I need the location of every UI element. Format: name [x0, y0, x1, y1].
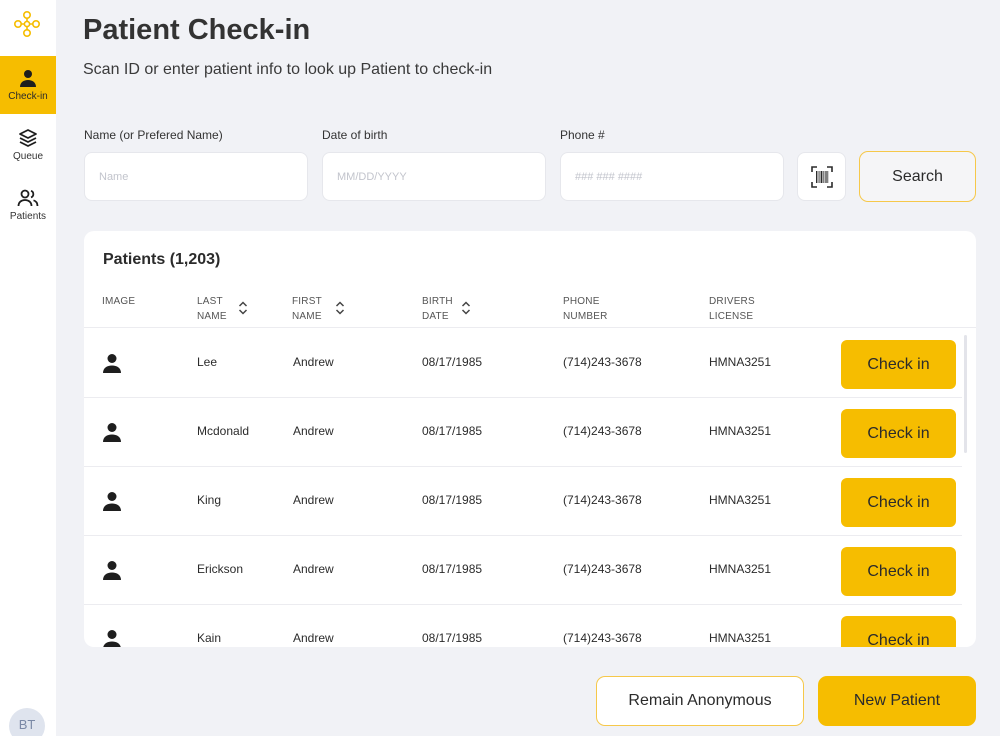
patients-count-title: Patients (1,203): [103, 251, 221, 268]
new-patient-button[interactable]: New Patient: [818, 676, 976, 726]
column-header-first-name[interactable]: FIRST NAME: [292, 294, 334, 324]
sort-icon[interactable]: [460, 300, 472, 316]
page-subtitle: Scan ID or enter patient info to look up…: [83, 61, 493, 78]
column-header-phone-number: PHONE NUMBER: [563, 296, 608, 322]
sort-icon[interactable]: [237, 300, 249, 316]
check-in-button[interactable]: Check in: [841, 616, 956, 647]
sidebar: Check-in Queue Patients BT: [0, 0, 56, 736]
check-in-button[interactable]: Check in: [841, 409, 956, 458]
header-divider: [84, 327, 976, 328]
sidebar-item-label: Queue: [12, 151, 44, 162]
sort-icon[interactable]: [334, 300, 346, 316]
table-row: King Andrew 08/17/1985 (714)243-3678 HMN…: [84, 467, 962, 536]
barcode-scan-icon: [810, 165, 833, 188]
cell-last-name: Mcdonald: [197, 424, 250, 438]
column-header-birth-date[interactable]: BIRTH DATE: [422, 294, 462, 324]
cell-first-name: Andrew: [293, 562, 334, 576]
phone-label: Phone #: [560, 128, 605, 142]
check-in-button[interactable]: Check in: [841, 478, 956, 527]
person-icon: [103, 423, 121, 442]
person-icon: [103, 354, 121, 373]
person-icon: [103, 630, 121, 647]
page-title: Patient Check-in: [83, 14, 311, 46]
remain-anonymous-button[interactable]: Remain Anonymous: [596, 676, 804, 726]
clinic-logo-icon: [13, 10, 40, 37]
sidebar-item-check-in[interactable]: Check-in: [0, 56, 56, 114]
column-header-image: IMAGE: [102, 296, 136, 307]
cell-first-name: Andrew: [293, 631, 334, 645]
cell-drivers-license: HMNA3251: [709, 493, 772, 507]
table-row: Lee Andrew 08/17/1985 (714)243-3678 HMNA…: [84, 329, 962, 398]
table-scrollbar[interactable]: [964, 335, 967, 453]
phone-input[interactable]: [560, 152, 784, 201]
sidebar-item-patients[interactable]: Patients: [0, 176, 56, 234]
table-row: Erickson Andrew 08/17/1985 (714)243-3678…: [84, 536, 962, 605]
check-in-button[interactable]: Check in: [841, 547, 956, 596]
person-icon: [20, 70, 36, 87]
cell-last-name: Kain: [197, 631, 222, 645]
sidebar-item-label: Check-in: [8, 91, 48, 102]
dob-label: Date of birth: [322, 128, 388, 142]
sidebar-item-label: Patients: [9, 211, 47, 222]
cell-phone-number: (714)243-3678: [563, 562, 642, 576]
cell-drivers-license: HMNA3251: [709, 631, 772, 645]
table-row: Kain Andrew 08/17/1985 (714)243-3678 HMN…: [84, 605, 962, 647]
person-icon: [103, 492, 121, 511]
cell-phone-number: (714)243-3678: [563, 424, 642, 438]
cell-drivers-license: HMNA3251: [709, 424, 772, 438]
cell-birth-date: 08/17/1985: [422, 493, 483, 507]
sidebar-item-queue[interactable]: Queue: [0, 116, 56, 174]
cell-phone-number: (714)243-3678: [563, 355, 642, 369]
cell-last-name: Erickson: [197, 562, 244, 576]
cell-drivers-license: HMNA3251: [709, 562, 772, 576]
cell-last-name: King: [197, 493, 222, 507]
cell-last-name: Lee: [197, 355, 218, 369]
cell-drivers-license: HMNA3251: [709, 355, 772, 369]
person-icon: [103, 561, 121, 580]
avatar-initials: BT: [18, 717, 36, 732]
cell-birth-date: 08/17/1985: [422, 631, 483, 645]
cell-first-name: Andrew: [293, 493, 334, 507]
name-input[interactable]: [84, 152, 308, 201]
column-header-last-name[interactable]: LAST NAME: [197, 294, 239, 324]
cell-birth-date: 08/17/1985: [422, 562, 483, 576]
name-label: Name (or Prefered Name): [84, 128, 223, 142]
avatar[interactable]: BT: [9, 708, 45, 736]
layers-icon: [19, 129, 37, 147]
check-in-button[interactable]: Check in: [841, 340, 956, 389]
cell-birth-date: 08/17/1985: [422, 424, 483, 438]
cell-birth-date: 08/17/1985: [422, 355, 483, 369]
scan-id-button[interactable]: [797, 152, 846, 201]
cell-first-name: Andrew: [293, 424, 334, 438]
search-button[interactable]: Search: [859, 151, 976, 202]
table-row: Mcdonald Andrew 08/17/1985 (714)243-3678…: [84, 398, 962, 467]
patients-table: Patients (1,203) IMAGE LAST NAME FIRST N…: [84, 231, 976, 647]
column-header-drivers-license: DRIVERS LICENSE: [709, 296, 755, 322]
cell-phone-number: (714)243-3678: [563, 493, 642, 507]
cell-phone-number: (714)243-3678: [563, 631, 642, 645]
people-icon: [17, 189, 39, 207]
dob-input[interactable]: [322, 152, 546, 201]
cell-first-name: Andrew: [293, 355, 334, 369]
